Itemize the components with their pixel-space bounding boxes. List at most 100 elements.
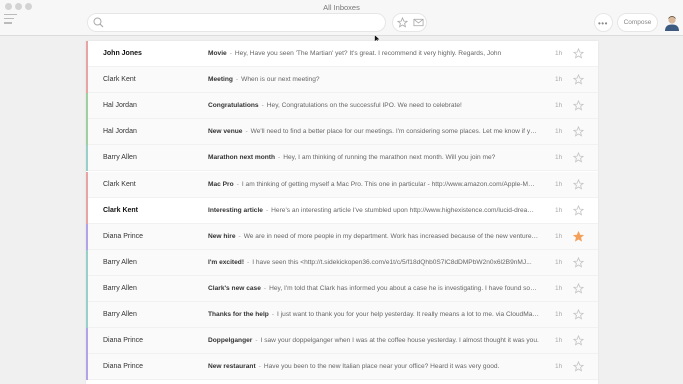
- message-sender: Hal Jordan: [103, 128, 137, 136]
- subject-separator: -: [263, 284, 267, 292]
- message-time: 1h: [555, 206, 563, 214]
- star-icon[interactable]: [573, 361, 584, 372]
- search-field[interactable]: [87, 13, 386, 32]
- star-icon[interactable]: [573, 178, 584, 190]
- star-icon[interactable]: [573, 335, 584, 346]
- message-time: 1h: [555, 180, 563, 188]
- subject-separator: -: [245, 128, 248, 136]
- star-icon[interactable]: [573, 309, 584, 320]
- message-sender: Hal Jordan: [103, 102, 137, 110]
- message-summary: I'm excited! - I have seen this <http://t.…: [208, 250, 539, 276]
- menu-icon[interactable]: [4, 14, 18, 28]
- account-color-bar: [86, 328, 88, 355]
- message-row[interactable]: Diana Prince New hire - We are in need of m…: [86, 223, 598, 250]
- account-color-bar: [86, 119, 88, 146]
- message-preview: Hey, I am thinking of running the marath…: [283, 154, 496, 162]
- account-color-bar: [86, 197, 88, 224]
- message-preview: I am thinking of getting myself a Mac Pr…: [241, 180, 539, 188]
- message-subject: Clark's new case: [208, 284, 261, 292]
- account-color-bar: [86, 67, 88, 94]
- subject-separator: -: [229, 50, 232, 57]
- message-preview: I just want to thank you for your help y…: [277, 311, 539, 318]
- message-subject: I'm excited!: [208, 258, 245, 266]
- title-bar: All Inboxes ••• Compose: [0, 0, 683, 36]
- message-list: John Jones Movie - Hey, Have you seen 'The …: [86, 41, 598, 384]
- message-sender: Barry Allen: [103, 311, 137, 318]
- star-icon[interactable]: [573, 74, 584, 85]
- star-icon[interactable]: [573, 256, 584, 268]
- more-dots-icon: •••: [598, 19, 608, 28]
- window-title: All Inboxes: [323, 3, 360, 12]
- compose-button[interactable]: Compose: [617, 13, 658, 32]
- message-row[interactable]: Barry Allen Clark's new case - Hey, I'm tol…: [86, 275, 598, 302]
- message-row[interactable]: Diana Prince New restaurant - Have you been…: [86, 354, 598, 381]
- message-row[interactable]: Clark Kent Mac Pro - I am thinking of getti…: [86, 171, 598, 198]
- star-filled-icon[interactable]: [573, 230, 584, 242]
- unread-filter-icon[interactable]: [413, 17, 424, 28]
- message-subject: Movie: [208, 50, 227, 57]
- account-color-bar: [86, 302, 88, 328]
- message-summary: Movie - Hey, Have you seen 'The Martian' y…: [208, 41, 539, 67]
- message-row[interactable]: Clark Kent Meeting - When is our next meeti…: [86, 67, 598, 94]
- message-summary: Mac Pro - I am thinking of getting myself …: [208, 172, 539, 198]
- message-time: 1h: [555, 128, 563, 136]
- message-summary: Thanks for the help - I just want to thank…: [208, 302, 539, 328]
- star-icon[interactable]: [573, 282, 584, 294]
- avatar[interactable]: [664, 14, 680, 31]
- search-icon: [93, 17, 104, 28]
- message-preview: We'll need to find a better place for ou…: [250, 128, 539, 136]
- message-time: 1h: [555, 232, 563, 240]
- starred-filter-icon[interactable]: [397, 17, 408, 28]
- message-row[interactable]: John Jones Movie - Hey, Have you seen 'The …: [86, 41, 598, 67]
- message-preview: Hey, I'm told that Clark has informed yo…: [269, 284, 539, 292]
- message-row[interactable]: Diana Prince Doppelganger - I saw your dopp…: [86, 328, 598, 355]
- message-time: 1h: [555, 311, 563, 318]
- account-color-bar: [86, 223, 88, 250]
- subject-separator: -: [236, 180, 239, 188]
- message-row[interactable]: Barry Allen Marathon next month - Hey, I am…: [86, 145, 598, 172]
- star-icon[interactable]: [573, 126, 584, 137]
- message-sender: Clark Kent: [103, 76, 136, 84]
- subject-separator: -: [255, 337, 258, 345]
- more-options-button[interactable]: •••: [594, 13, 613, 32]
- message-summary: New venue - We'll need to find a better pl…: [208, 119, 539, 145]
- message-summary: Meeting - When is our next meeting?: [208, 67, 539, 93]
- message-time: 1h: [555, 258, 563, 266]
- subject-separator: -: [247, 258, 250, 266]
- message-preview: Here's an interesting article I've stumb…: [271, 206, 539, 214]
- message-row[interactable]: Barry Allen I'm excited! - I have seen this…: [86, 249, 598, 276]
- message-preview: I saw your doppelganger when I was at th…: [260, 337, 539, 345]
- message-preview: Hey, Have you seen 'The Martian' yet? It…: [234, 50, 502, 57]
- subject-separator: -: [278, 154, 281, 162]
- message-row[interactable]: Clark Kent Interesting article - Here's an …: [86, 197, 598, 224]
- message-subject: Doppelganger: [208, 337, 253, 345]
- message-subject: Congratulations: [208, 102, 259, 110]
- message-subject: New venue: [208, 128, 243, 136]
- message-sender: Clark Kent: [103, 180, 136, 188]
- star-icon[interactable]: [573, 48, 584, 59]
- message-sender: John Jones: [103, 50, 142, 57]
- message-time: 1h: [555, 284, 563, 292]
- star-icon[interactable]: [573, 204, 584, 216]
- star-icon[interactable]: [573, 100, 584, 111]
- message-sender: Barry Allen: [103, 258, 137, 266]
- message-subject: Mac Pro: [208, 180, 234, 188]
- message-subject: New restaurant: [208, 363, 256, 371]
- message-time: 1h: [555, 154, 563, 162]
- account-color-bar: [86, 93, 88, 120]
- message-summary: Marathon next month - Hey, I am thinking o…: [208, 145, 539, 171]
- subject-separator: -: [261, 102, 264, 110]
- message-subject: Marathon next month: [208, 154, 276, 162]
- subject-separator: -: [235, 76, 239, 84]
- message-time: 1h: [555, 337, 563, 345]
- message-sender: Clark Kent: [103, 206, 139, 214]
- star-icon[interactable]: [573, 152, 584, 163]
- message-time: 1h: [555, 102, 563, 110]
- message-row[interactable]: Barry Allen Thanks for the help - I just wa…: [86, 302, 598, 328]
- message-sender: Diana Prince: [103, 337, 144, 345]
- message-row[interactable]: Hal Jordan New venue - We'll need to find a…: [86, 119, 598, 146]
- message-summary: Clark's new case - Hey, I'm told that Clar…: [208, 276, 539, 302]
- message-summary: Congratulations - Hey, Congratulations on …: [208, 93, 539, 119]
- message-subject: Meeting: [208, 76, 233, 84]
- message-row[interactable]: Hal Jordan Congratulations - Hey, Congratul…: [86, 93, 598, 120]
